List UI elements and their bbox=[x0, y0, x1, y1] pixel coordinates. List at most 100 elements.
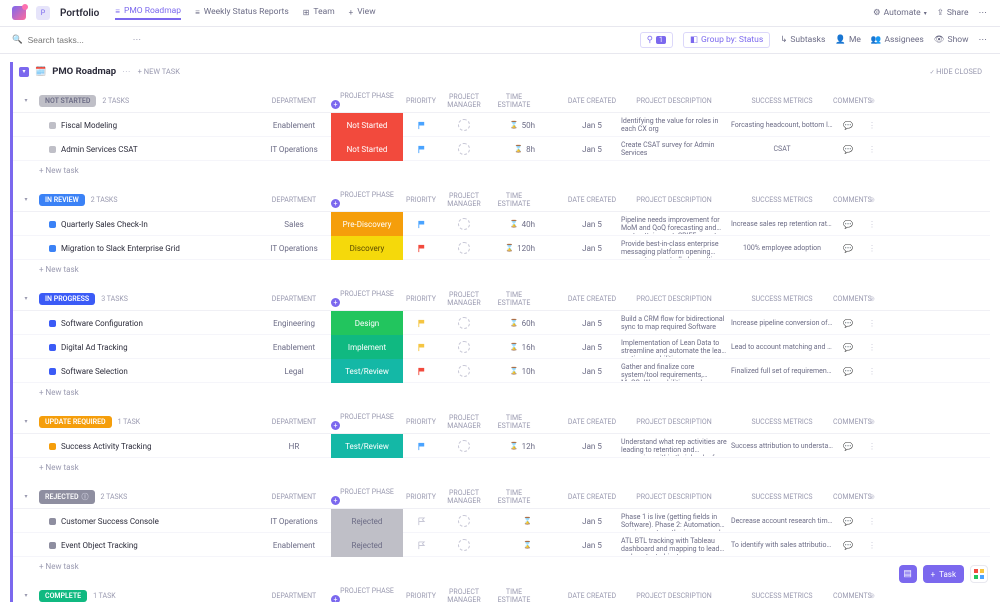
group-collapse-toggle[interactable]: ▾ bbox=[22, 97, 30, 105]
phase-cell[interactable]: Design bbox=[331, 311, 403, 335]
success-metric-cell[interactable]: Finalized full set of requirements for V… bbox=[731, 367, 833, 375]
new-task-button[interactable]: + New task bbox=[13, 458, 990, 477]
priority-cell[interactable] bbox=[403, 145, 439, 154]
list-more-icon[interactable]: ⋯ bbox=[122, 67, 132, 77]
status-dot[interactable] bbox=[49, 122, 56, 129]
success-metric-cell[interactable]: Increase sales rep retention rates QoQ a… bbox=[731, 220, 833, 228]
assignees-button[interactable]: 👥Assignees bbox=[871, 35, 924, 45]
task-row[interactable]: Admin Services CSATIT OperationsNot Star… bbox=[13, 137, 990, 161]
group-collapse-toggle[interactable]: ▾ bbox=[22, 295, 30, 303]
status-pill[interactable]: REJECTED ⓘ bbox=[39, 490, 95, 504]
show-button[interactable]: 👁Show bbox=[934, 35, 969, 45]
project-manager-cell[interactable] bbox=[439, 317, 489, 329]
groupby-button[interactable]: ◧Group by: Status bbox=[683, 32, 770, 48]
description-cell[interactable]: ATL BTL tracking with Tableau dashboard … bbox=[617, 535, 731, 556]
row-menu[interactable]: ⋮ bbox=[863, 367, 881, 376]
tab-weekly-status-reports[interactable]: ≡Weekly Status Reports bbox=[195, 6, 289, 20]
status-dot[interactable] bbox=[49, 146, 56, 153]
success-metric-cell[interactable]: CSAT bbox=[731, 145, 833, 153]
add-column-button[interactable]: ⊕ bbox=[869, 418, 875, 426]
project-manager-cell[interactable] bbox=[439, 218, 489, 230]
comment-cell[interactable]: 💬 bbox=[833, 343, 863, 352]
priority-cell[interactable] bbox=[403, 343, 439, 352]
tab-view[interactable]: +View bbox=[349, 6, 376, 20]
project-manager-cell[interactable] bbox=[439, 119, 489, 131]
department-cell[interactable]: Engineering bbox=[257, 319, 331, 328]
comment-cell[interactable]: 💬 bbox=[833, 244, 863, 253]
time-estimate-cell[interactable]: ⌛50h bbox=[489, 121, 539, 130]
task-row[interactable]: Quarterly Sales Check-InSalesPre-Discove… bbox=[13, 212, 990, 236]
new-task-button[interactable]: + New task bbox=[13, 161, 990, 180]
comment-cell[interactable]: 💬 bbox=[833, 220, 863, 229]
add-phase-icon[interactable]: + bbox=[331, 199, 340, 208]
status-dot[interactable] bbox=[49, 344, 56, 351]
department-cell[interactable]: Enablement bbox=[257, 541, 331, 550]
task-row[interactable]: Digital Ad TrackingEnablementImplement⌛1… bbox=[13, 335, 990, 359]
task-row[interactable]: Fiscal ModelingEnablementNot Started⌛50h… bbox=[13, 113, 990, 137]
description-cell[interactable]: Provide best-in-class enterprise messagi… bbox=[617, 238, 731, 259]
status-pill[interactable]: COMPLETE bbox=[39, 590, 87, 602]
description-cell[interactable]: Create CSAT survey for Admin Services bbox=[617, 139, 731, 160]
department-cell[interactable]: Enablement bbox=[257, 121, 331, 130]
phase-cell[interactable]: Test/Review bbox=[331, 359, 403, 383]
add-column-button[interactable]: ⊕ bbox=[869, 97, 875, 105]
phase-cell[interactable]: Test/Review bbox=[331, 434, 403, 458]
project-manager-cell[interactable] bbox=[439, 143, 489, 155]
create-task-button[interactable]: +Task bbox=[923, 565, 964, 583]
success-metric-cell[interactable]: Lead to account matching and handling of… bbox=[731, 343, 833, 351]
status-dot[interactable] bbox=[49, 320, 56, 327]
add-phase-icon[interactable]: + bbox=[331, 100, 340, 109]
add-column-button[interactable]: ⊕ bbox=[869, 295, 875, 303]
status-dot[interactable] bbox=[49, 443, 56, 450]
status-dot[interactable] bbox=[49, 245, 56, 252]
time-estimate-cell[interactable]: ⌛12h bbox=[489, 442, 539, 451]
description-cell[interactable]: Build a CRM flow for bidirectional sync … bbox=[617, 313, 731, 334]
add-phase-icon[interactable]: + bbox=[331, 496, 340, 505]
search-more-icon[interactable]: ⋯ bbox=[133, 35, 143, 45]
priority-cell[interactable] bbox=[403, 367, 439, 376]
department-cell[interactable]: Sales bbox=[257, 220, 331, 229]
phase-cell[interactable]: Rejected bbox=[331, 533, 403, 557]
project-manager-cell[interactable] bbox=[439, 440, 489, 452]
row-menu[interactable]: ⋮ bbox=[863, 442, 881, 451]
filter-button[interactable]: ⚲1 bbox=[640, 32, 673, 48]
project-manager-cell[interactable] bbox=[439, 539, 489, 551]
comment-cell[interactable]: 💬 bbox=[833, 145, 863, 154]
description-cell[interactable]: Identifying the value for roles in each … bbox=[617, 115, 731, 136]
task-row[interactable]: Customer Success ConsoleIT OperationsRej… bbox=[13, 509, 990, 533]
add-column-button[interactable]: ⊕ bbox=[869, 493, 875, 501]
department-cell[interactable]: Legal bbox=[257, 367, 331, 376]
priority-cell[interactable] bbox=[403, 517, 439, 526]
more-menu[interactable]: ⋯ bbox=[979, 8, 989, 18]
phase-cell[interactable]: Not Started bbox=[331, 113, 403, 137]
row-menu[interactable]: ⋮ bbox=[863, 343, 881, 352]
success-metric-cell[interactable]: Increase pipeline conversion of new busi… bbox=[731, 319, 833, 327]
priority-cell[interactable] bbox=[403, 220, 439, 229]
description-cell[interactable]: Implementation of Lean Data to streamlin… bbox=[617, 337, 731, 358]
phase-cell[interactable]: Implement bbox=[331, 335, 403, 359]
department-cell[interactable]: IT Operations bbox=[257, 517, 331, 526]
description-cell[interactable]: Gather and finalize core system/tool req… bbox=[617, 361, 731, 382]
me-button[interactable]: 👤Me bbox=[835, 35, 861, 45]
phase-cell[interactable]: Pre-Discovery bbox=[331, 212, 403, 236]
row-menu[interactable]: ⋮ bbox=[863, 517, 881, 526]
row-menu[interactable]: ⋮ bbox=[863, 145, 881, 154]
department-cell[interactable]: IT Operations bbox=[257, 244, 331, 253]
list-collapse-toggle[interactable]: ▾ bbox=[19, 67, 29, 77]
task-row[interactable]: Success Activity TrackingHRTest/Review⌛1… bbox=[13, 434, 990, 458]
group-collapse-toggle[interactable]: ▾ bbox=[22, 196, 30, 204]
subtasks-button[interactable]: ↳Subtasks bbox=[780, 35, 825, 45]
department-cell[interactable]: HR bbox=[257, 442, 331, 451]
tab-pmo-roadmap[interactable]: ≡PMO Roadmap bbox=[115, 6, 181, 20]
group-collapse-toggle[interactable]: ▾ bbox=[22, 493, 30, 501]
hide-closed-toggle[interactable]: ✓ HIDE CLOSED bbox=[930, 67, 982, 76]
row-menu[interactable]: ⋮ bbox=[863, 121, 881, 130]
automate-button[interactable]: ⚙Automate▾ bbox=[873, 8, 927, 18]
project-manager-cell[interactable] bbox=[439, 242, 489, 254]
priority-cell[interactable] bbox=[403, 541, 439, 550]
status-pill[interactable]: UPDATE REQUIRED bbox=[39, 416, 112, 428]
project-manager-cell[interactable] bbox=[439, 365, 489, 377]
status-pill[interactable]: IN REVIEW bbox=[39, 194, 85, 206]
description-cell[interactable]: Understand what rep activities are leadi… bbox=[617, 436, 731, 457]
add-phase-icon[interactable]: + bbox=[331, 298, 340, 307]
